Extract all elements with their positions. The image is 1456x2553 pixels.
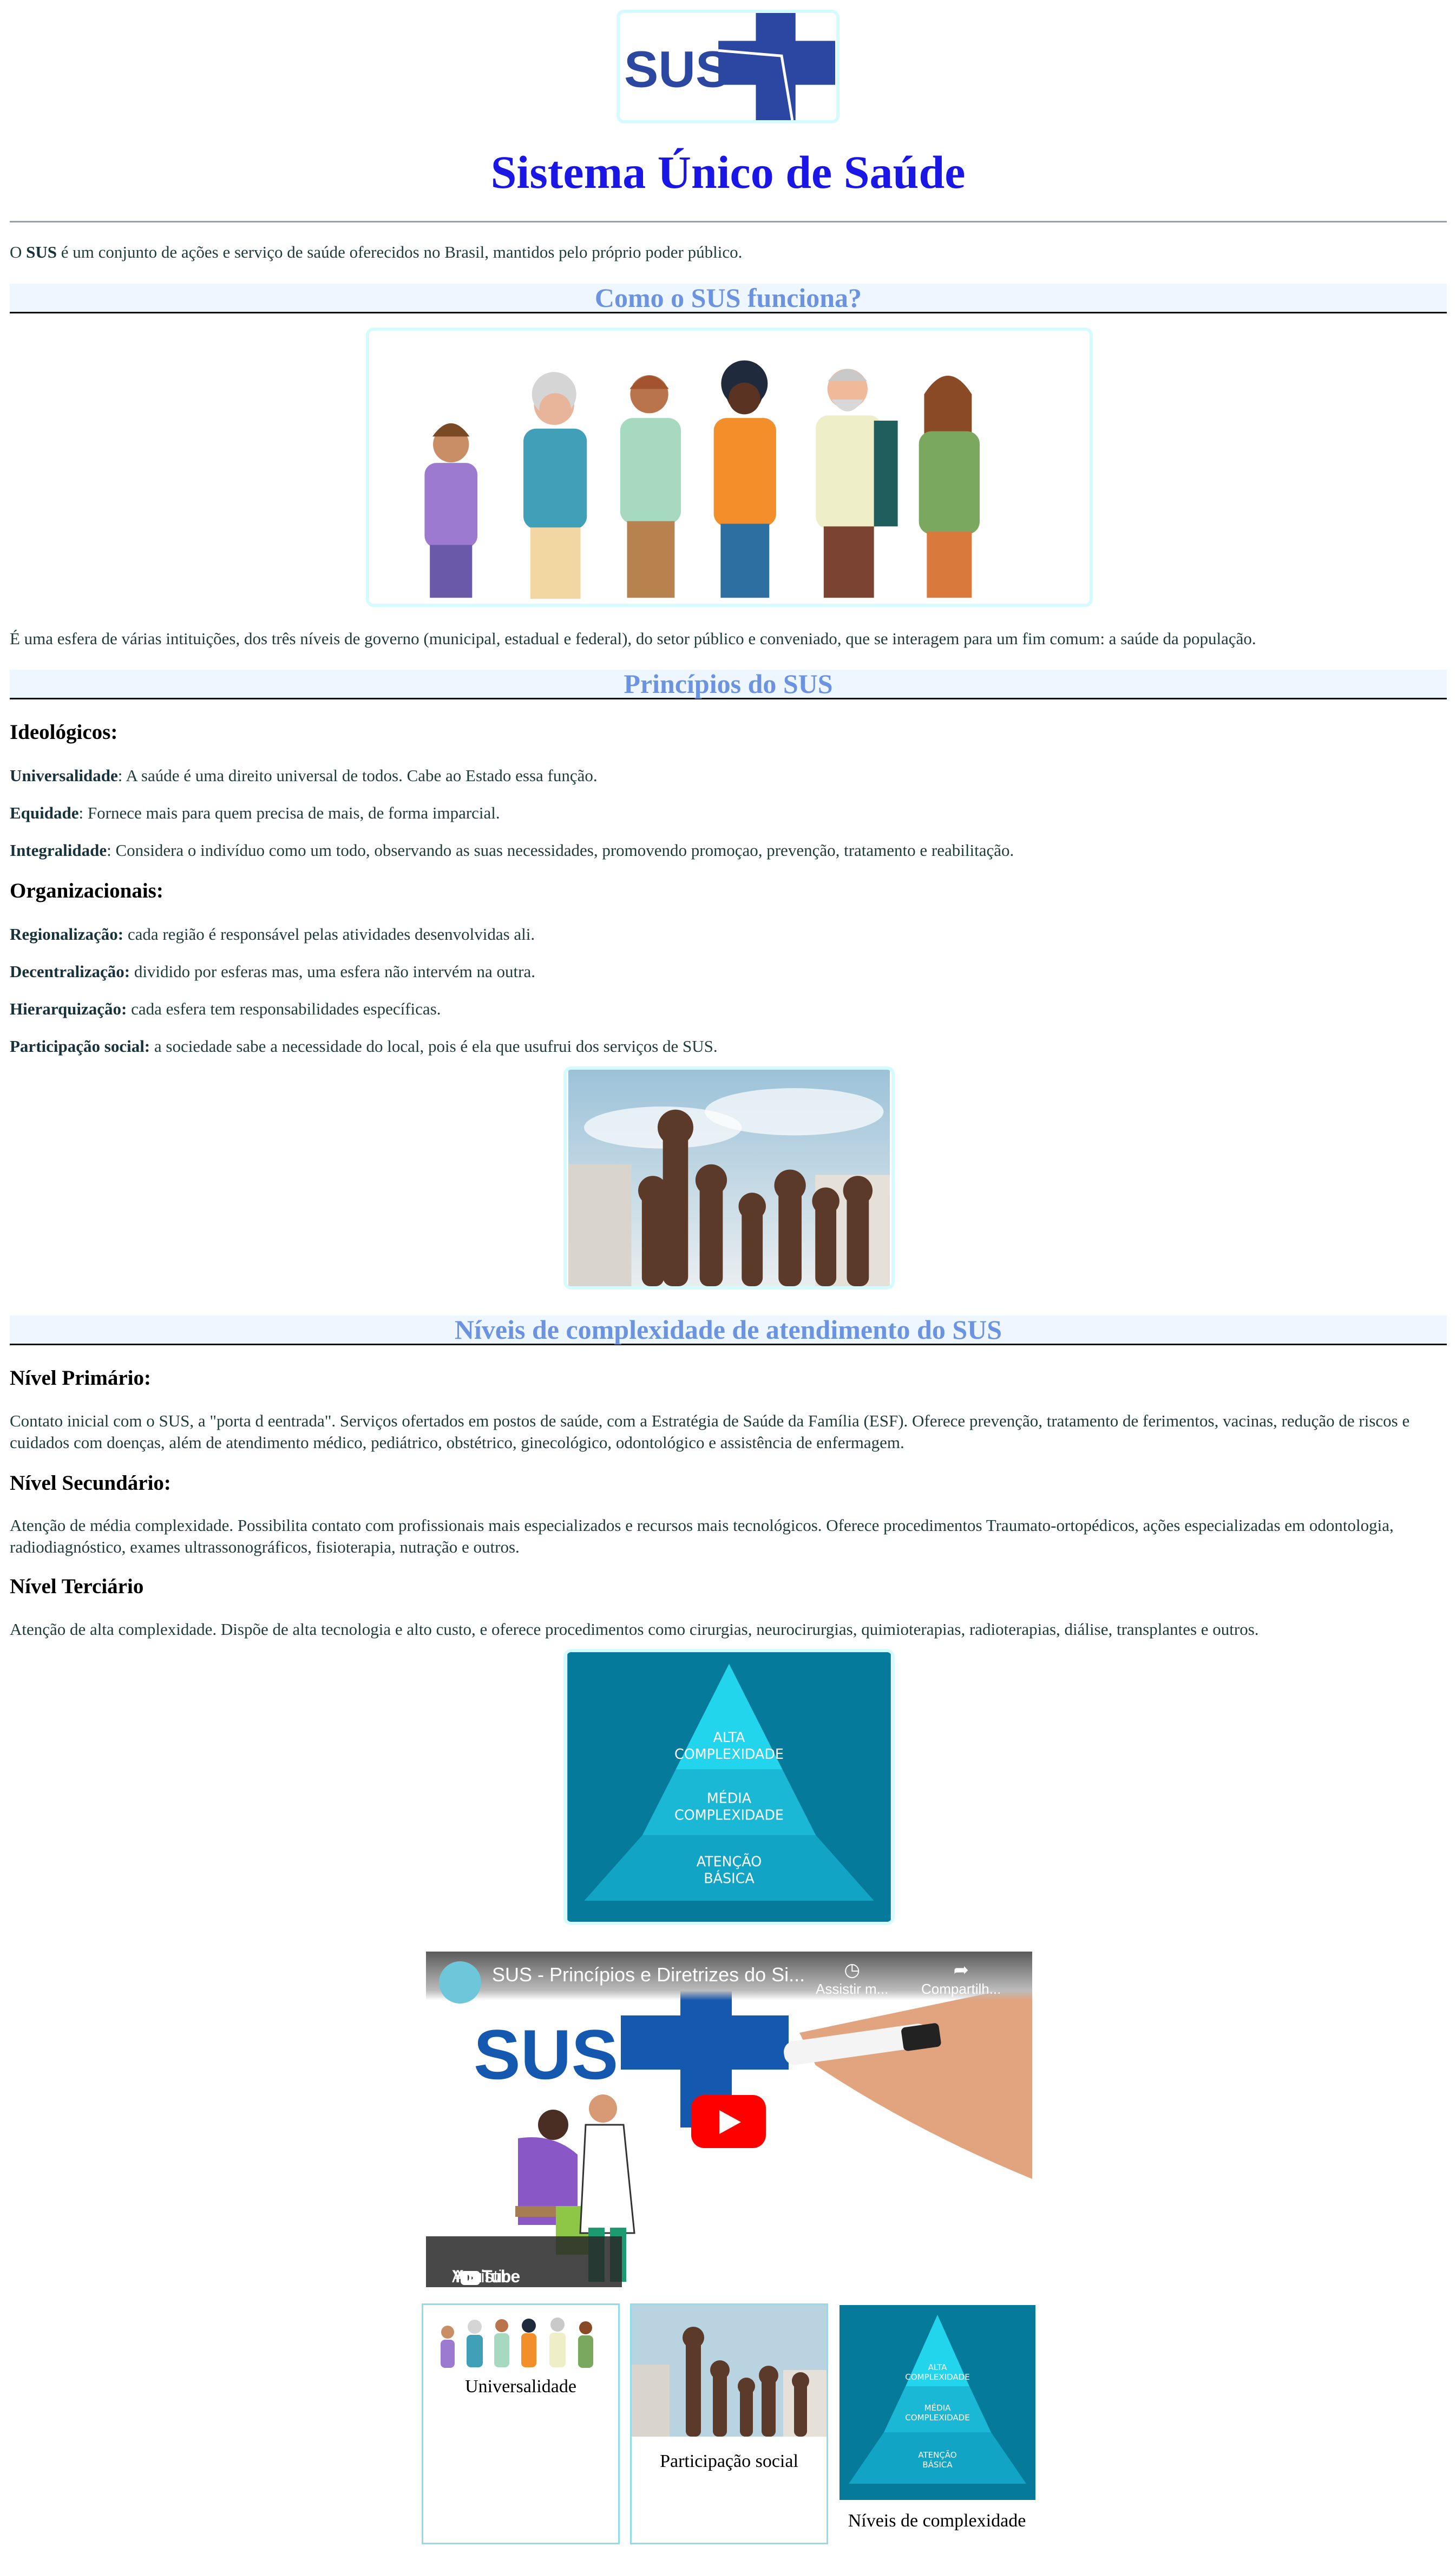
principle-term: Hierarquização: (10, 999, 127, 1018)
watch-on-youtube-button[interactable]: Assistir no YouTube (426, 2236, 622, 2287)
card-caption: Participação social (660, 2451, 798, 2471)
card-pyramid-label: COMPLEXIDADE (905, 2372, 969, 2382)
ideologicos-heading: Ideológicos: (10, 721, 118, 744)
principle-term: Universalidade (10, 766, 118, 785)
intro-rest: é um conjunto de ações e serviço de saúd… (57, 243, 743, 261)
share-label: Compartilh... (921, 1981, 1001, 1997)
person-6 (919, 376, 980, 598)
pyramid-label: ATENÇÃO (697, 1853, 762, 1869)
principle-equidade: Equidade: Fornece mais para quem precisa… (10, 802, 500, 824)
card-universalidade[interactable]: Universalidade (422, 2303, 620, 2544)
intro-prefix: O (10, 243, 27, 261)
watch-later-button[interactable]: ◷ Assistir m... (816, 1960, 889, 1998)
principle-text: : A saúde é uma direito universal de tod… (117, 766, 598, 785)
intro-paragraph: O SUS é um conjunto de ações e serviço d… (10, 241, 742, 263)
card-pyramid-label: COMPLEXIDADE (905, 2413, 969, 2423)
level-primario-title: Nível Primário: (10, 1366, 151, 1390)
card-caption: Níveis de complexidade (848, 2511, 1026, 2531)
section-heading-como-funciona: Como o SUS funciona? (10, 284, 1447, 313)
youtube-video-embed[interactable]: SUS SUS - Princípios e Diretrizes do Si.… (426, 1952, 1032, 2287)
youtube-wordmark: YouTube (452, 2267, 520, 2286)
principle-text: dividido por esferas mas, uma esfera não… (130, 962, 535, 981)
level-primario-text: Contato inicial com o SUS, a "porta d ee… (10, 1411, 1410, 1452)
principle-term: Decentralização: (10, 962, 130, 981)
section-heading-niveis: Níveis de complexidade de atendimento do… (10, 1315, 1447, 1345)
person-1 (424, 423, 478, 598)
card-pyramid-label: ALTA (928, 2362, 948, 2372)
divider (10, 221, 1447, 222)
share-button[interactable]: ➦ Compartilh... (921, 1960, 1001, 1998)
card-pyramid-label: MÉDIA (924, 2403, 951, 2413)
principle-term: Participação social: (10, 1037, 150, 1056)
watch-on-label: Assistir no YouTube (439, 2251, 520, 2287)
principle-regionalizacao: Regionalização: cada região é responsáve… (10, 924, 535, 945)
card-pyramid-label: ATENÇÃO (918, 2450, 956, 2460)
raised-fists-photo (563, 1066, 895, 1289)
principle-universalidade: Universalidade: A saúde é uma direito un… (10, 765, 598, 787)
level-terciario-title: Nível Terciário (10, 1575, 144, 1598)
principle-text: : Considera o indivíduo como um todo, ob… (107, 841, 1014, 860)
card-niveis-complexidade[interactable]: ALTA COMPLEXIDADE MÉDIA COMPLEXIDADE ATE… (838, 2303, 1036, 2544)
principle-participacao: Participação social: a sociedade sabe a … (10, 1036, 718, 1057)
pyramid-label: ALTA (713, 1729, 746, 1745)
people-illustration (366, 328, 1093, 607)
organizacionais-heading: Organizacionais: (10, 879, 163, 902)
intro-strong: SUS (26, 243, 57, 261)
person-5 (816, 369, 898, 598)
share-icon: ➦ (953, 1960, 969, 1980)
channel-avatar[interactable] (439, 1961, 481, 2004)
level-terciario-text: Atenção de alta complexidade. Dispõe de … (10, 1620, 1259, 1639)
principle-term: Equidade (10, 803, 79, 822)
section1-paragraph: É uma esfera de várias intituições, dos … (10, 629, 1256, 648)
pyramid-label: COMPLEXIDADE (674, 1746, 784, 1762)
card-fists-image (632, 2305, 827, 2437)
clock-icon: ◷ (844, 1960, 860, 1980)
complexity-pyramid: ALTA COMPLEXIDADE MÉDIA COMPLEXIDADE ATE… (563, 1649, 895, 1925)
principle-text: cada região é responsável pelas atividad… (123, 925, 535, 944)
card-caption: Universalidade (465, 2377, 576, 2397)
section-heading-principios: Princípios do SUS (10, 670, 1447, 699)
level-secundario-title: Nível Secundário: (10, 1471, 171, 1495)
card-people-image (441, 2318, 593, 2368)
principle-term: Regionalização: (10, 925, 124, 944)
video-sus-logo-text: SUS (474, 2015, 618, 2094)
sus-logo-text: SUS (624, 41, 730, 99)
principle-term: Integralidade (10, 841, 107, 860)
page-title: Sistema Único de Saúde (490, 146, 966, 198)
level-secundario-text: Atenção de média complexidade. Possibili… (10, 1516, 1394, 1556)
video-title[interactable]: SUS - Princípios e Diretrizes do Si... (492, 1963, 805, 1986)
card-participacao-social[interactable]: Participação social (630, 2303, 828, 2544)
principle-decentralizacao: Decentralização: dividido por esferas ma… (10, 961, 535, 983)
pyramid-label: COMPLEXIDADE (674, 1807, 784, 1823)
principle-integralidade: Integralidade: Considera o indivíduo com… (10, 840, 1014, 861)
pyramid-label: BÁSICA (704, 1870, 755, 1887)
play-button[interactable] (691, 2095, 766, 2148)
person-4 (713, 360, 776, 598)
principle-text: : Fornece mais para quem precisa de mais… (78, 803, 500, 822)
card-pyramid-image: ALTA COMPLEXIDADE MÉDIA COMPLEXIDADE ATE… (840, 2305, 1035, 2500)
card-pyramid-label: BÁSICA (922, 2459, 953, 2470)
principle-hierarquizacao: Hierarquização: cada esfera tem responsa… (10, 998, 441, 1020)
watch-later-label: Assistir m... (816, 1981, 889, 1997)
person-2 (523, 372, 587, 599)
principle-text: cada esfera tem responsabilidades especí… (127, 999, 441, 1018)
sus-logo: SUS (616, 10, 840, 123)
pyramid-label: MÉDIA (707, 1790, 752, 1806)
person-3 (620, 375, 681, 598)
principle-text: a sociedade sabe a necessidade do local,… (150, 1037, 718, 1056)
